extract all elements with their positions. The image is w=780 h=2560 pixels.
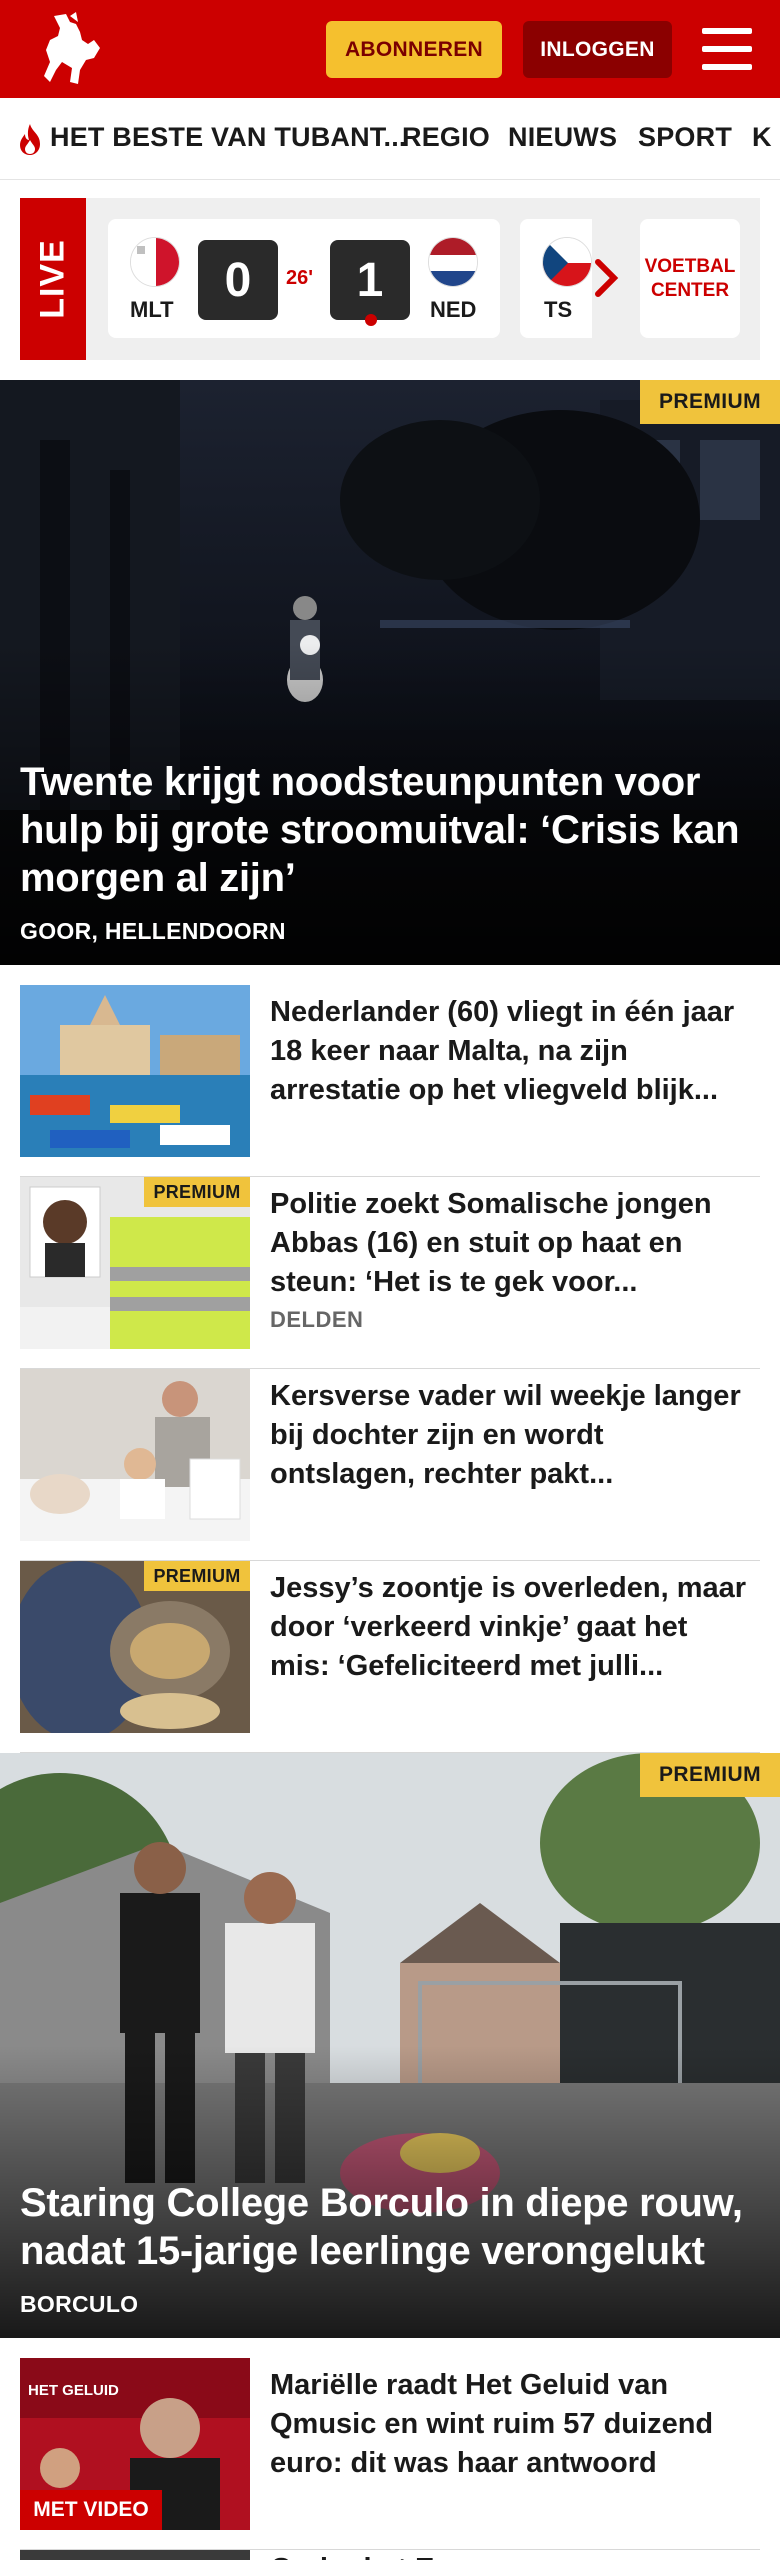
match-minute: 26' bbox=[286, 267, 314, 289]
nav-item-regio[interactable]: REGIO bbox=[402, 122, 490, 153]
article-title[interactable]: Jessy’s zoontje is overleden, maar door … bbox=[270, 1569, 750, 1686]
nav-item-best-of[interactable]: HET BESTE VAN TUBANT... bbox=[50, 122, 407, 153]
match-card-mlt-ned[interactable]: MLT 0 26' 1 NED bbox=[108, 219, 500, 338]
live-label: LIVE bbox=[33, 239, 72, 319]
article-thumbnail bbox=[20, 1369, 250, 1541]
home-team-code: MLT bbox=[130, 297, 174, 322]
list-item[interactable]: PREMIUM Jessy’s zoontje is overleden, ma… bbox=[20, 1561, 760, 1753]
article-title[interactable]: Nederlander (60) vliegt in één jaar 18 k… bbox=[270, 993, 750, 1110]
tubantia-horse-logo[interactable] bbox=[36, 10, 106, 88]
premium-badge: PREMIUM bbox=[144, 1561, 250, 1591]
top-header-bar: ABONNEREN INLOGGEN bbox=[0, 0, 780, 98]
goal-indicator-icon bbox=[365, 314, 377, 326]
home-score: 0 bbox=[198, 240, 278, 320]
article-title[interactable]: Onder het E bbox=[270, 2550, 434, 2560]
football-center-link[interactable]: VOETBAL CENTER bbox=[640, 219, 740, 338]
premium-badge: PREMIUM bbox=[144, 1177, 250, 1207]
away-score: 1 bbox=[330, 240, 410, 320]
thumb-overlay-text: HET GELUID bbox=[28, 2382, 119, 2399]
nav-item-nieuws[interactable]: NIEUWS bbox=[508, 122, 617, 153]
login-button[interactable]: INLOGGEN bbox=[523, 21, 672, 78]
video-badge: MET VIDEO bbox=[20, 2490, 162, 2530]
netherlands-flag-icon bbox=[428, 237, 478, 287]
hero-title[interactable]: Staring College Borculo in diepe rouw, n… bbox=[20, 2179, 760, 2275]
article-thumbnail: HET GELUID MET VIDEO bbox=[20, 2358, 250, 2530]
premium-badge: PREMIUM bbox=[640, 1753, 780, 1797]
live-tab[interactable]: LIVE bbox=[20, 198, 86, 360]
article-thumbnail bbox=[20, 985, 250, 1157]
hamburger-menu-icon[interactable] bbox=[702, 28, 752, 70]
hero-location: BORCULO bbox=[20, 2291, 139, 2317]
list-item[interactable]: Nederlander (60) vliegt in één jaar 18 k… bbox=[20, 985, 760, 1177]
hero-article-borculo[interactable]: PREMIUM Staring College Borculo in diepe… bbox=[0, 1753, 780, 2338]
live-scores-strip: LIVE MLT 0 26' 1 NED TS VOETBAL CENTER bbox=[20, 198, 760, 360]
list-item[interactable]: Onder het E bbox=[20, 2550, 760, 2560]
article-title[interactable]: Kersverse vader wil weekje langer bij do… bbox=[270, 1377, 750, 1494]
article-thumbnail bbox=[20, 2550, 250, 2560]
list-item[interactable]: Kersverse vader wil weekje langer bij do… bbox=[20, 1369, 760, 1561]
match-card-next[interactable]: TS bbox=[520, 219, 592, 338]
article-location: DELDEN bbox=[270, 1307, 364, 1332]
flame-icon bbox=[20, 124, 40, 155]
article-title[interactable]: Mariëlle raadt Het Geluid van Qmusic en … bbox=[270, 2366, 750, 2483]
hero-location: GOOR, HELLENDOORN bbox=[20, 918, 286, 944]
article-title[interactable]: Politie zoekt Somalische jongen Abbas (1… bbox=[270, 1185, 750, 1302]
nav-item-sport[interactable]: SPORT bbox=[638, 122, 732, 153]
hero-title[interactable]: Twente krijgt noodsteunpunten voor hulp … bbox=[20, 758, 760, 902]
malta-flag-icon bbox=[130, 237, 180, 287]
premium-badge: PREMIUM bbox=[640, 380, 780, 424]
czech-flag-icon bbox=[542, 237, 592, 287]
section-nav: HET BESTE VAN TUBANT... REGIO NIEUWS SPO… bbox=[0, 98, 780, 180]
list-item[interactable]: HET GELUID MET VIDEO Mariëlle raadt Het … bbox=[20, 2358, 760, 2550]
away-team-code: NED bbox=[430, 297, 477, 322]
hero-article-stroomuitval[interactable]: PREMIUM Twente krijgt noodsteunpunten vo… bbox=[0, 380, 780, 965]
subscribe-button[interactable]: ABONNEREN bbox=[326, 21, 502, 78]
article-thumbnail: PREMIUM bbox=[20, 1177, 250, 1349]
next-team-code: TS bbox=[544, 297, 573, 322]
list-item[interactable]: PREMIUM Politie zoekt Somalische jongen … bbox=[20, 1177, 760, 1369]
nav-item-overflow[interactable]: K bbox=[752, 122, 772, 153]
article-thumbnail: PREMIUM bbox=[20, 1561, 250, 1733]
chevron-right-icon[interactable] bbox=[594, 258, 620, 298]
